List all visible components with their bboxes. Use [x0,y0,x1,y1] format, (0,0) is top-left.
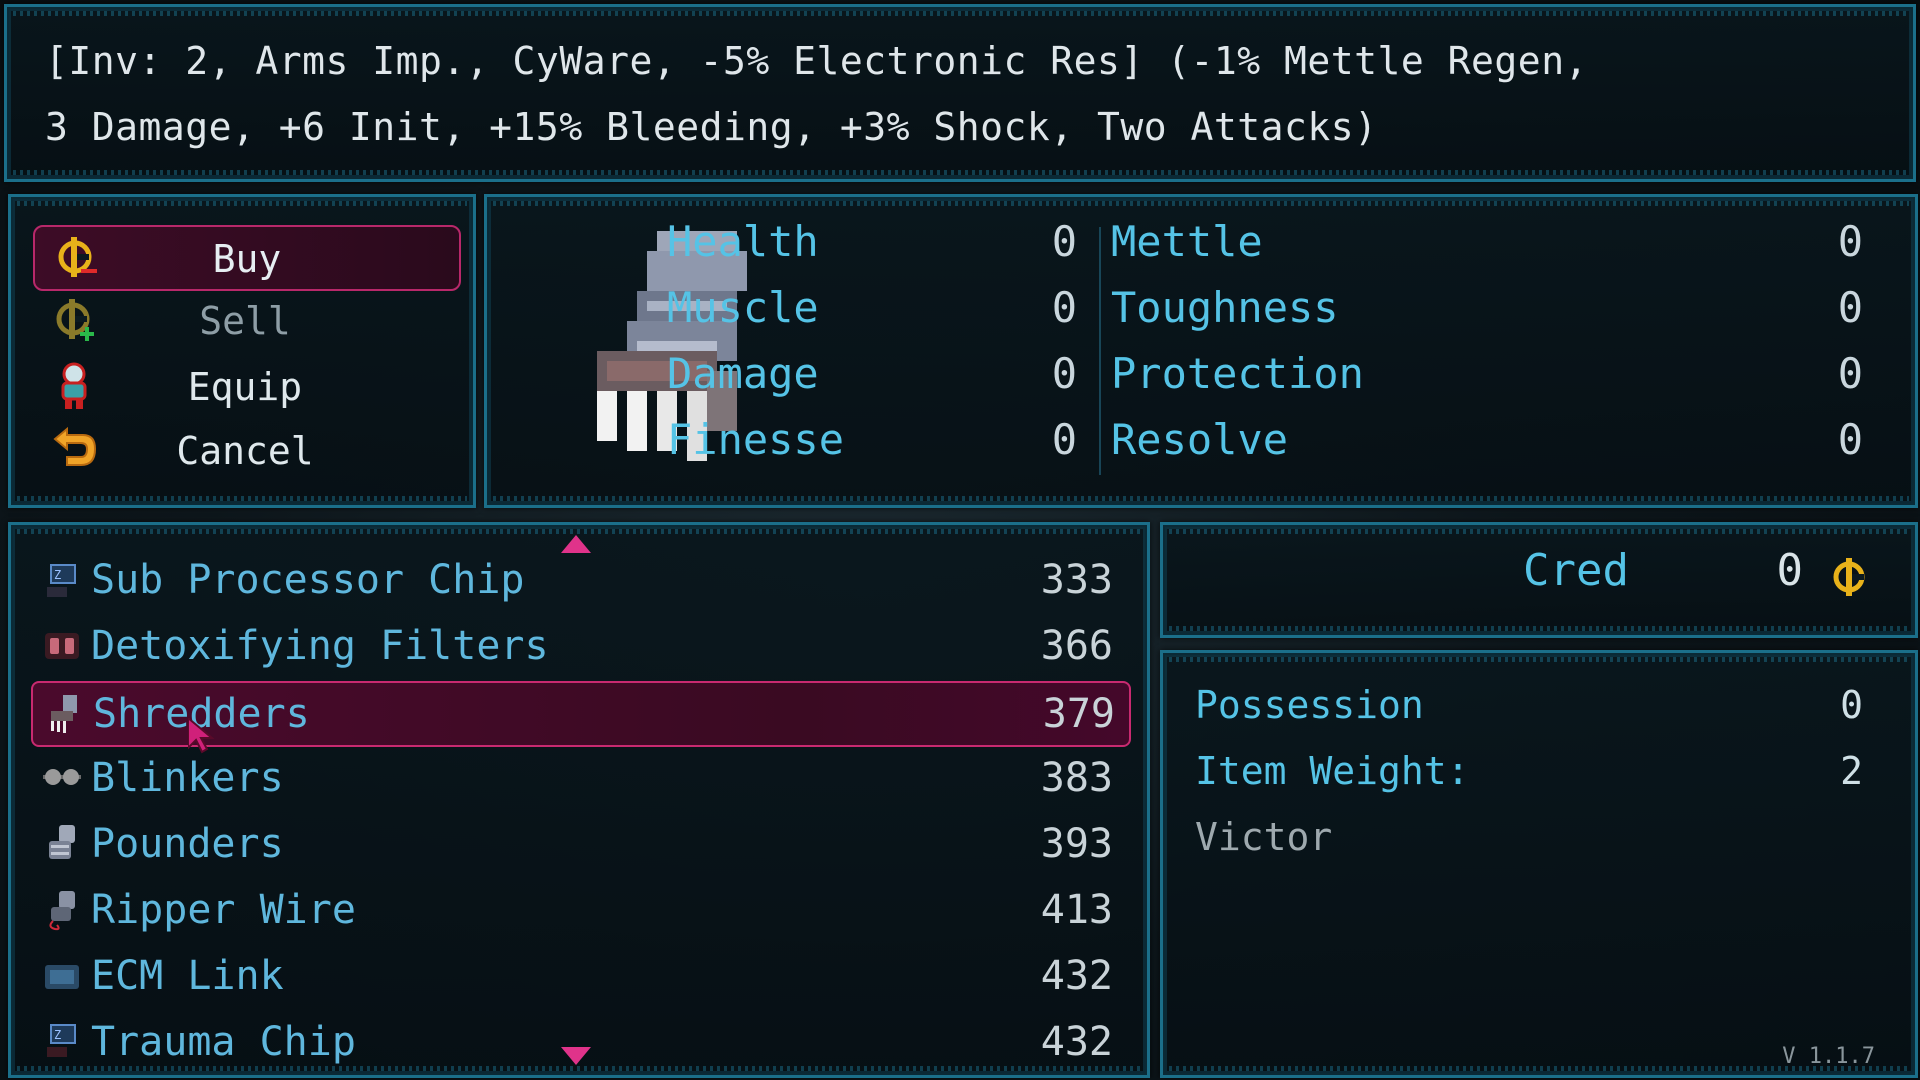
shop-item-list: Z Sub Processor Chip 333 Detoxifying Fil… [8,522,1150,1078]
item-name: Pounders [91,821,284,867]
stat-resolve-label: Resolve [1111,415,1289,464]
item-price: 393 [1040,821,1113,867]
sell-button[interactable]: Sell [33,289,457,351]
item-price: 432 [1040,1019,1113,1065]
wire-gauntlet-icon [49,891,75,931]
ecm-icon [45,965,79,989]
svg-text:Z: Z [54,568,61,582]
stat-health-label: Health [667,217,819,266]
scroll-down-arrow[interactable] [561,1047,591,1065]
buy-label: Buy [212,237,282,281]
item-price: 379 [1042,691,1115,737]
sell-label: Sell [199,299,291,343]
mouse-cursor-icon [188,718,215,754]
list-item-detoxifying-filters[interactable]: Detoxifying Filters 366 [31,615,1127,677]
cred-icon [1833,558,1865,596]
chip-icon: Z [47,1024,76,1057]
item-price: 413 [1040,887,1113,933]
filter-icon [45,633,79,659]
description-line-1: [Inv: 2, Arms Imp., CyWare, -5% Electron… [45,39,1588,83]
list-item-blinkers[interactable]: Blinkers 383 [31,747,1127,809]
stats-divider [1099,227,1101,475]
stat-protection-label: Protection [1111,349,1364,398]
item-price: 333 [1040,557,1113,603]
item-name: Ripper Wire [91,887,356,933]
list-item-ripper-wire[interactable]: Ripper Wire 413 [31,879,1127,941]
item-name: Sub Processor Chip [91,557,525,603]
stat-finesse-value: 0 [1051,415,1077,464]
gauntlet-icon [49,825,75,859]
item-name: Blinkers [91,755,284,801]
goggles-icon [43,769,81,785]
item-price: 366 [1040,623,1113,669]
cancel-button[interactable]: Cancel [33,419,457,481]
item-price: 383 [1040,755,1113,801]
cred-value: 0 [1776,545,1804,596]
item-weight-value: 2 [1840,749,1863,793]
possession-value: 0 [1840,683,1863,727]
stat-mettle-label: Mettle [1111,217,1263,266]
possession-label: Possession [1195,683,1424,727]
item-price: 432 [1040,953,1113,999]
item-weight-label: Item Weight: [1195,749,1470,793]
list-item-pounders[interactable]: Pounders 393 [31,813,1127,875]
stat-mettle-value: 0 [1837,217,1863,266]
stat-toughness-value: 0 [1837,283,1863,332]
action-menu: Buy Sell Equip Cancel [8,194,476,508]
list-item-sub-processor-chip[interactable]: Z Sub Processor Chip 333 [31,549,1127,611]
stat-protection-value: 0 [1837,349,1863,398]
item-name: ECM Link [91,953,284,999]
cancel-label: Cancel [176,429,314,473]
buy-button[interactable]: Buy [33,225,461,291]
item-name: Detoxifying Filters [91,623,549,669]
svg-text:Z: Z [54,1028,61,1042]
item-stats-panel: Health 0 Muscle 0 Damage 0 Finesse 0 Met… [484,194,1918,508]
cred-panel: Cred 0 [1160,522,1918,638]
description-line-2: 3 Damage, +6 Init, +15% Bleeding, +3% Sh… [45,105,1378,149]
stat-damage-label: Damage [667,349,819,398]
equip-button[interactable]: Equip [33,355,457,417]
chip-icon: Z [47,564,76,597]
equip-label: Equip [187,365,303,409]
item-name: Trauma Chip [91,1019,356,1065]
stat-finesse-label: Finesse [667,415,845,464]
stat-muscle-value: 0 [1051,283,1077,332]
stat-muscle-label: Muscle [667,283,819,332]
claw-gauntlet-icon [51,695,77,733]
stat-damage-value: 0 [1051,349,1077,398]
stat-resolve-value: 0 [1837,415,1863,464]
item-description-panel: [Inv: 2, Arms Imp., CyWare, -5% Electron… [4,4,1916,182]
stat-health-value: 0 [1051,217,1077,266]
list-item-ecm-link[interactable]: ECM Link 432 [31,945,1127,1007]
version-label: V 1.1.7 [1782,1044,1875,1069]
stat-toughness-label: Toughness [1111,283,1339,332]
owner-name: Victor [1195,815,1333,859]
item-info-panel: Possession 0 Item Weight: 2 Victor V 1.1… [1160,650,1918,1078]
cred-label: Cred [1523,545,1629,596]
